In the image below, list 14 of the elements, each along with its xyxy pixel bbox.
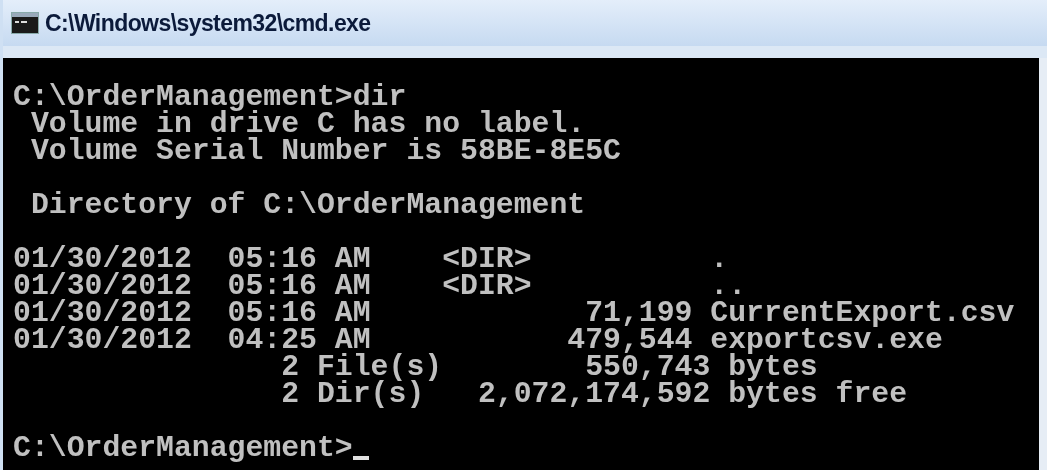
- console-line: 2 Dir(s) 2,072,174,592 bytes free: [280, 381, 909, 408]
- console-line: 01/30/2012 05:16 AM 71,199 CurrentExport.csv: [13, 300, 1016, 327]
- console-line: 01/30/2012 05:16 AM <DIR> ..: [13, 273, 747, 300]
- console-line: Volume in drive C has no label.: [30, 111, 586, 138]
- console-line: C:\OrderManagement>dir: [13, 84, 408, 111]
- text-cursor: [352, 456, 369, 460]
- console-line: Directory of C:\OrderManagement: [29, 192, 587, 219]
- console-line: 01/30/2012 05:16 AM <DIR> .: [13, 246, 730, 273]
- console-line: 2 File(s) 550,743 bytes: [280, 354, 818, 381]
- console-icon: [11, 12, 39, 34]
- command-prompt: C:\OrderManagement>: [13, 435, 353, 462]
- console-line: 01/30/2012 04:25 AM 479,544 exportcsv.exe: [13, 327, 943, 354]
- console-line: Volume Serial Number is 58BE-8E5C: [29, 138, 622, 165]
- window-title: C:\Windows\system32\cmd.exe: [45, 8, 371, 38]
